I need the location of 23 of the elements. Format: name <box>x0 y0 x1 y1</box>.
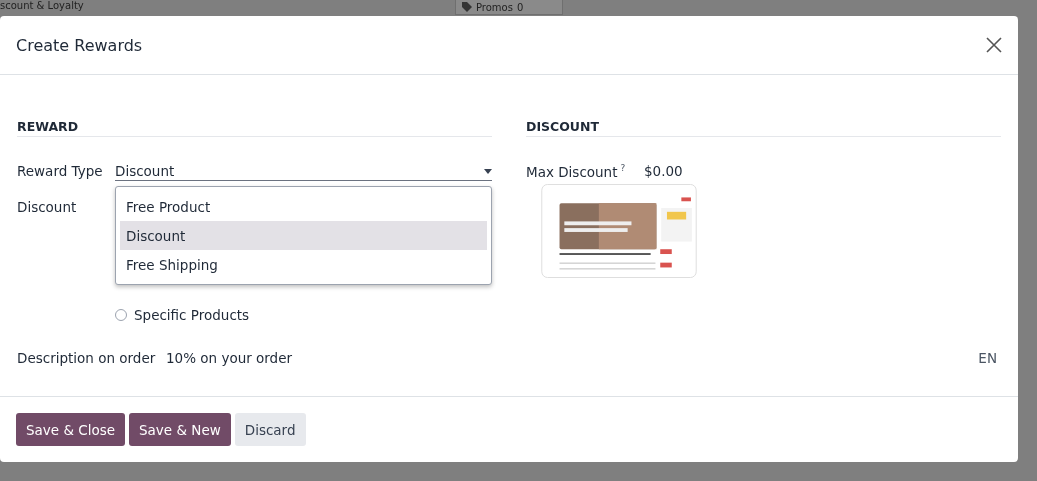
dropdown-option[interactable]: Discount <box>120 221 487 250</box>
radio-button[interactable] <box>115 309 127 321</box>
tag-icon <box>462 2 472 12</box>
stat-label: Promos <box>476 1 513 13</box>
promos-stat-button[interactable]: Promos 0 <box>455 0 563 15</box>
field-value: $0.00 <box>644 163 683 179</box>
section-heading: DISCOUNT <box>526 119 1001 137</box>
field-label: Discount <box>17 199 78 215</box>
footer-button[interactable]: Save & Close <box>16 413 126 446</box>
radio-label: Specific Products <box>134 307 250 323</box>
footer-button[interactable]: Discard <box>234 413 306 446</box>
field-label: Description on order <box>17 350 157 366</box>
caret-icon <box>484 168 492 174</box>
section-heading: REWARD <box>17 119 492 137</box>
footer-button[interactable]: Save & New <box>129 413 231 446</box>
field-label: Reward Type <box>17 163 104 179</box>
breadcrumb: scount & Loyalty <box>0 0 85 11</box>
stat-count: 0 <box>516 1 524 13</box>
description-field[interactable]: 10% on your order <box>166 350 979 366</box>
language-link[interactable]: EN <box>978 350 997 366</box>
close-button[interactable] <box>986 37 1002 53</box>
dialog-title: Create Rewards <box>16 35 143 55</box>
field-label: Max Discount $^{?}$ <box>526 163 627 180</box>
